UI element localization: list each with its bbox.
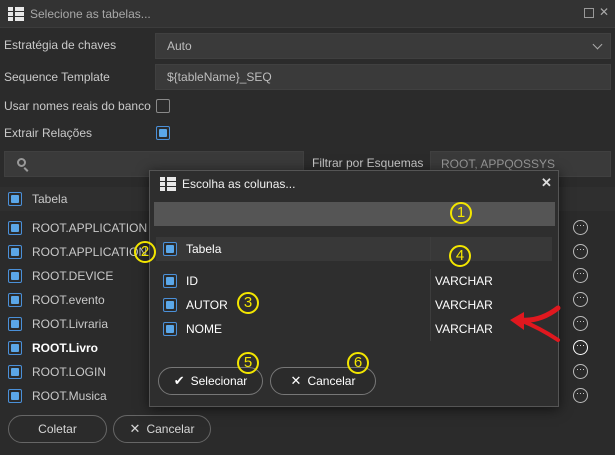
- collect-button[interactable]: Coletar: [8, 415, 107, 443]
- window-title: Selecione as tabelas...: [30, 6, 151, 21]
- close-icon: ✕: [129, 421, 141, 436]
- real-names-label: Usar nomes reais do banco: [4, 99, 151, 113]
- column-divider: [430, 317, 431, 341]
- column-checkbox[interactable]: [163, 274, 177, 288]
- annotation-marker: 6: [347, 352, 369, 374]
- row-checkbox[interactable]: [8, 365, 22, 379]
- window-titlebar: Selecione as tabelas... ✕: [0, 0, 615, 28]
- annotation-marker: 3: [237, 292, 259, 314]
- close-icon[interactable]: ✕: [541, 175, 552, 191]
- annotation-arrow: [510, 305, 561, 342]
- column-name: AUTOR: [186, 298, 228, 312]
- annotation-marker: 2: [134, 241, 156, 263]
- more-icon[interactable]: ···: [573, 220, 588, 235]
- table-icon: [8, 6, 24, 21]
- column-divider: [430, 293, 431, 317]
- column-name: ID: [186, 274, 198, 288]
- row-checkbox[interactable]: [8, 341, 22, 355]
- table-row-name: ROOT.LOGIN: [32, 365, 107, 379]
- close-icon[interactable]: ✕: [599, 6, 609, 18]
- column-divider: [430, 269, 431, 293]
- more-icon[interactable]: ···: [573, 388, 588, 403]
- dialog-cancel-button-label: Cancelar: [307, 374, 356, 388]
- select-all-checkbox[interactable]: [8, 192, 22, 206]
- relations-label: Extrair Relações: [4, 126, 93, 140]
- annotation-marker: 4: [449, 245, 471, 267]
- row-checkbox[interactable]: [8, 221, 22, 235]
- column-type: VARCHAR: [435, 274, 493, 288]
- column-checkbox[interactable]: [163, 322, 177, 336]
- strategy-value: Auto: [167, 39, 192, 53]
- annotation-marker: 1: [450, 202, 472, 224]
- dialog-title-bar: Escolha as colunas...: [160, 177, 295, 191]
- check-icon: ✔: [173, 373, 185, 388]
- row-checkbox[interactable]: [8, 389, 22, 403]
- table-row-name: ROOT.evento: [32, 293, 105, 307]
- column-type: VARCHAR: [435, 298, 493, 312]
- column-checkbox[interactable]: [163, 298, 177, 312]
- dialog-title: Escolha as colunas...: [182, 177, 296, 191]
- column-filter-input[interactable]: [154, 202, 555, 226]
- column-divider: [430, 237, 431, 261]
- columns-header-row: Tabela: [156, 237, 552, 261]
- sequence-input[interactable]: ${tableName}_SEQ: [155, 64, 611, 90]
- more-icon[interactable]: ···: [573, 364, 588, 379]
- table-row-name: ROOT.DEVICE: [32, 269, 114, 283]
- chevron-down-icon: [592, 39, 603, 50]
- strategy-label: Estratégia de chaves: [4, 38, 117, 52]
- select-button-label: Selecionar: [190, 374, 248, 388]
- strategy-select[interactable]: Auto: [155, 33, 611, 59]
- restore-icon[interactable]: [584, 8, 594, 18]
- column-type: VARCHAR: [435, 322, 493, 336]
- select-all-columns-checkbox[interactable]: [163, 242, 177, 256]
- column-row[interactable]: ID VARCHAR: [156, 269, 552, 293]
- row-checkbox[interactable]: [8, 317, 22, 331]
- column-name: NOME: [186, 322, 222, 336]
- row-checkbox[interactable]: [8, 245, 22, 259]
- cancel-button[interactable]: ✕ Cancelar: [113, 415, 211, 443]
- table-row-name: ROOT.Musica: [32, 389, 107, 403]
- cancel-button-label: Cancelar: [146, 422, 195, 436]
- annotation-marker: 5: [237, 352, 259, 374]
- filter-schema-label: Filtrar por Esquemas: [312, 156, 424, 170]
- real-names-checkbox[interactable]: [156, 99, 170, 113]
- relations-checkbox[interactable]: [156, 126, 170, 140]
- table-row-name: ROOT.APPLICATION: [32, 221, 148, 235]
- column-row[interactable]: NOME VARCHAR: [156, 317, 552, 341]
- collect-button-label: Coletar: [38, 422, 77, 436]
- table-row-name: ROOT.Livraria: [32, 317, 109, 331]
- more-icon[interactable]: ···: [573, 268, 588, 283]
- sequence-label: Sequence Template: [4, 70, 110, 84]
- table-row-name: ROOT.Livro: [32, 341, 99, 355]
- search-icon: [17, 158, 26, 167]
- columns-header-label: Tabela: [186, 242, 222, 256]
- column-row[interactable]: AUTOR VARCHAR: [156, 293, 552, 317]
- table-icon: [160, 177, 176, 191]
- more-icon[interactable]: ···: [573, 244, 588, 259]
- table-header-label: Tabela: [32, 192, 68, 206]
- table-row-name: ROOT.APPLICATION: [32, 245, 148, 259]
- row-checkbox[interactable]: [8, 293, 22, 307]
- row-checkbox[interactable]: [8, 269, 22, 283]
- close-icon: ✕: [290, 373, 302, 388]
